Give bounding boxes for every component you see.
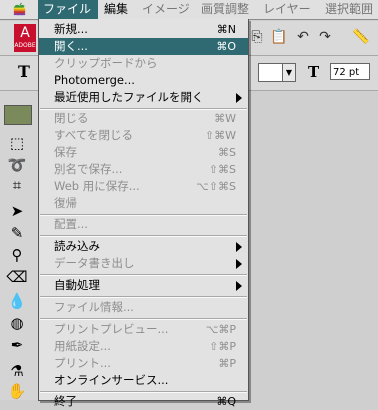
menu-item-save-as: 別名で保存... ⇧⌘S (54, 162, 236, 176)
menu-item-open-recent[interactable]: 最近使用したファイルを開く (39, 89, 248, 106)
menu-separator (40, 296, 247, 298)
menu-adjust[interactable]: 画質調整 (201, 0, 249, 19)
menu-item-print: プリント... ⌘P (54, 356, 236, 370)
eyedropper-tool-icon[interactable]: ⚗ (6, 360, 28, 382)
hand-tool-icon[interactable]: ✋ (6, 380, 28, 402)
marquee-tool-icon[interactable]: ⬚ (6, 132, 28, 154)
menu-separator (40, 235, 247, 237)
menu-image[interactable]: イメージ (142, 0, 190, 19)
menu-separator (40, 274, 247, 276)
menu-bar: ファイル 編集 イメージ 画質調整 レイヤー 選択範囲 (0, 0, 378, 20)
menu-item-save-for-web: Web 用に保存... ⌥⇧⌘S (54, 179, 236, 193)
adobe-logo: A ADOBE (14, 24, 36, 52)
undo-icon[interactable]: ↶ (294, 28, 312, 46)
stamp-tool-icon[interactable]: ⚲ (6, 244, 28, 266)
font-size-field[interactable]: 72 pt (330, 63, 370, 80)
file-menu: 新規... ⌘N 開く... ⌘O クリップボードから Photomerge... … (38, 19, 249, 408)
menu-file[interactable]: ファイル (38, 0, 98, 19)
type-tool-icon[interactable]: T (18, 62, 30, 81)
menu-item-file-info: ファイル情報... (54, 300, 134, 314)
redo-icon[interactable]: ↷ (316, 28, 334, 46)
eraser-tool-icon[interactable]: ⌫ (6, 266, 28, 288)
menu-separator (40, 318, 247, 320)
menu-item-quit[interactable]: 終了 ⌘Q (39, 393, 248, 408)
submenu-arrow-icon (236, 93, 242, 103)
menu-item-automate[interactable]: 自動処理 (39, 277, 248, 294)
menu-item-print-preview: プリントプレビュー... ⌥⌘P (54, 322, 236, 336)
menu-item-new[interactable]: 新規... ⌘N (39, 21, 248, 38)
menu-item-from-clipboard: クリップボードから (54, 56, 158, 70)
paste-icon[interactable]: 📋 (270, 28, 288, 46)
font-style-dropdown[interactable]: ▼ (258, 63, 296, 82)
menu-edit[interactable]: 編集 (104, 0, 128, 19)
menu-item-online-services[interactable]: オンラインサービス... (39, 372, 248, 389)
menu-item-place: 配置... (54, 217, 88, 231)
menu-item-page-setup: 用紙設定... ⇧⌘P (54, 339, 236, 353)
menu-item-close: 閉じる ⌘W (54, 111, 236, 125)
font-size-icon: T (308, 63, 320, 81)
pen-tool-icon[interactable]: ✒ (6, 334, 28, 356)
sponge-tool-icon[interactable]: ◍ (6, 312, 28, 334)
menu-item-import[interactable]: 読み込み (39, 238, 248, 255)
apple-menu-icon[interactable] (12, 2, 27, 17)
submenu-arrow-icon (236, 281, 242, 291)
brush-tool-icon[interactable]: ✎ (6, 222, 28, 244)
chevron-down-icon: ▼ (282, 64, 295, 81)
copy-icon[interactable]: ⎘ (248, 28, 266, 46)
menu-item-close-all: すべてを閉じる ⇧⌘W (54, 128, 236, 142)
menu-layer[interactable]: レイヤー (263, 0, 311, 19)
eye-thumbnail-icon (4, 105, 32, 125)
blur-tool-icon[interactable]: 💧 (6, 290, 28, 312)
ruler-icon[interactable]: 📏 (352, 28, 370, 46)
submenu-arrow-icon (236, 242, 242, 252)
toolbox: ⬚ ➰ ⌗ ➤ ✎ ⚲ ⌫ 💧 ◍ ✒ ⚗ ✋ (0, 91, 39, 400)
crop-tool-icon[interactable]: ⌗ (6, 174, 28, 196)
menu-item-export: データ書き出し (39, 255, 248, 272)
menu-item-photomerge[interactable]: Photomerge... (39, 72, 248, 89)
menu-select[interactable]: 選択範囲 (325, 0, 373, 19)
menu-item-save: 保存 ⌘S (54, 145, 236, 159)
submenu-arrow-icon (236, 259, 242, 269)
menu-item-revert: 復帰 (54, 196, 77, 210)
lasso-tool-icon[interactable]: ➰ (6, 154, 28, 176)
move-tool-icon[interactable]: ➤ (6, 200, 28, 222)
menu-item-open[interactable]: 開く... ⌘O (39, 38, 248, 55)
